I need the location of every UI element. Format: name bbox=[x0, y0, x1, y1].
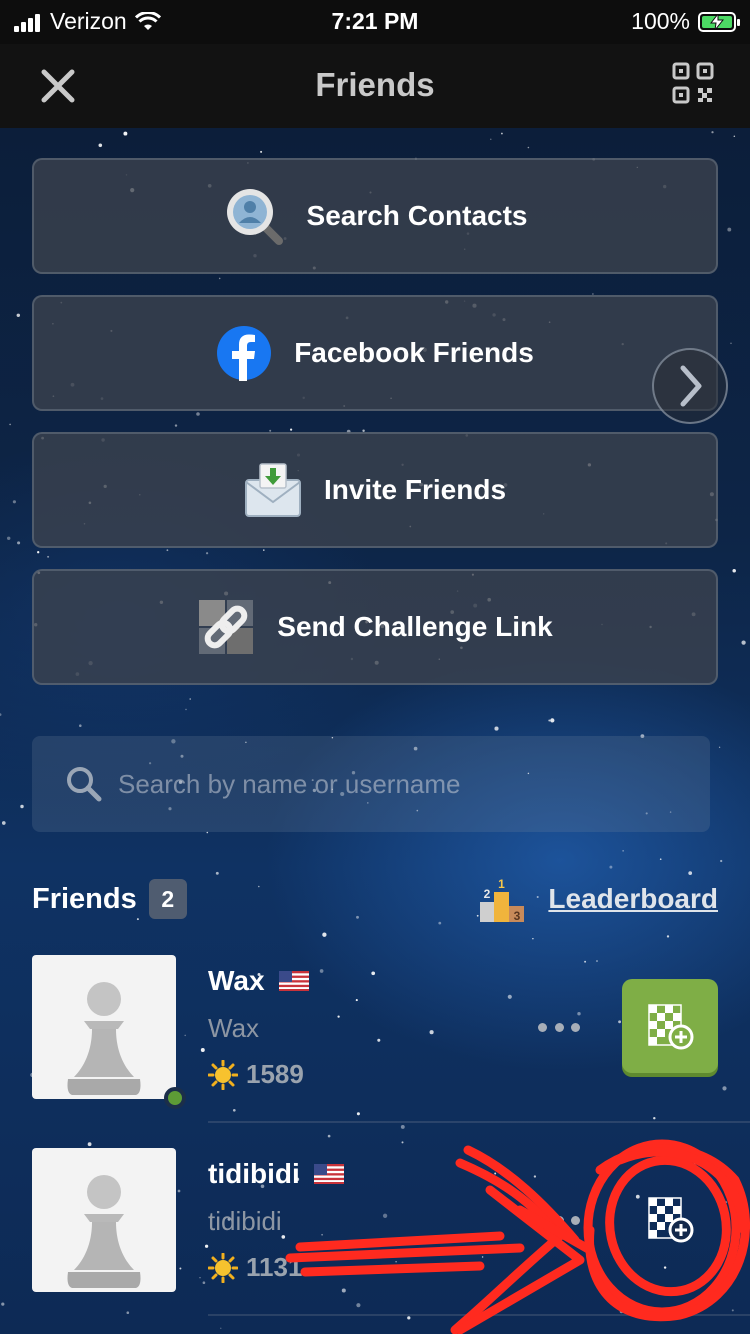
facebook-friends-label: Facebook Friends bbox=[294, 337, 534, 368]
challenge-board-icon bbox=[648, 1197, 694, 1243]
friend-rating: 1131 bbox=[246, 1252, 303, 1282]
avatar[interactable] bbox=[32, 1148, 176, 1292]
search-field[interactable] bbox=[32, 736, 710, 832]
challenge-button[interactable] bbox=[622, 979, 718, 1073]
friends-header: Friends 2 2 1 3 Leaderboard bbox=[32, 876, 718, 922]
link-icon bbox=[197, 598, 255, 656]
online-indicator bbox=[164, 1087, 186, 1109]
contact-search-icon bbox=[223, 185, 285, 247]
us-flag-icon bbox=[278, 971, 309, 991]
facebook-friends-button[interactable]: Facebook Friends bbox=[32, 295, 718, 411]
search-icon bbox=[66, 766, 102, 802]
friends-title: Friends bbox=[32, 882, 137, 915]
status-bar: Verizon 7:21 PM 100% bbox=[0, 0, 750, 44]
envelope-invite-icon bbox=[244, 462, 302, 518]
challenge-button[interactable] bbox=[622, 1172, 718, 1266]
invite-friends-label: Invite Friends bbox=[323, 474, 507, 505]
more-options-icon[interactable] bbox=[538, 1210, 580, 1230]
friend-username: Wax bbox=[208, 1013, 260, 1043]
podium-second: 2 bbox=[484, 887, 491, 901]
qr-code-icon[interactable] bbox=[672, 62, 714, 104]
pawn-icon bbox=[67, 1175, 141, 1288]
send-challenge-link-label: Send Challenge Link bbox=[277, 611, 553, 642]
invite-friends-button[interactable]: Invite Friends bbox=[32, 432, 718, 548]
leaderboard-label: Leaderboard bbox=[548, 883, 718, 914]
us-flag-icon bbox=[313, 1164, 344, 1184]
search-contacts-label: Search Contacts bbox=[306, 200, 528, 231]
battery-icon bbox=[698, 11, 740, 32]
friend-rating: 1589 bbox=[246, 1059, 304, 1089]
facebook-icon bbox=[216, 325, 272, 381]
friend-username: tidibidi bbox=[208, 1206, 282, 1236]
podium-first: 1 bbox=[499, 877, 506, 891]
leaderboard-link[interactable]: 2 1 3 Leaderboard bbox=[480, 876, 718, 922]
daily-rating-icon bbox=[208, 1059, 238, 1090]
more-options-icon[interactable] bbox=[538, 1017, 580, 1037]
podium-icon: 2 1 3 bbox=[480, 877, 525, 922]
search-input[interactable] bbox=[118, 768, 658, 800]
daily-rating-icon bbox=[208, 1252, 238, 1283]
battery-percent: 100% bbox=[631, 8, 690, 34]
avatar[interactable] bbox=[32, 955, 176, 1099]
challenge-board-icon bbox=[648, 1004, 694, 1050]
pawn-icon bbox=[67, 982, 141, 1095]
friend-name: Wax bbox=[208, 965, 265, 996]
friend-name: tidibidi bbox=[208, 1158, 300, 1189]
nav-bar: Friends bbox=[0, 44, 750, 128]
friend-row: tidibidi tidibidi 1131 bbox=[0, 1148, 750, 1334]
friend-row: Wax Wax 1589 bbox=[0, 955, 750, 1147]
search-contacts-button[interactable]: Search Contacts bbox=[32, 158, 718, 274]
podium-third: 3 bbox=[514, 909, 521, 922]
page-title: Friends bbox=[315, 66, 435, 103]
chevron-right-icon[interactable] bbox=[652, 348, 728, 424]
friends-count-badge: 2 bbox=[148, 879, 187, 919]
send-challenge-link-button[interactable]: Send Challenge Link bbox=[32, 569, 718, 685]
